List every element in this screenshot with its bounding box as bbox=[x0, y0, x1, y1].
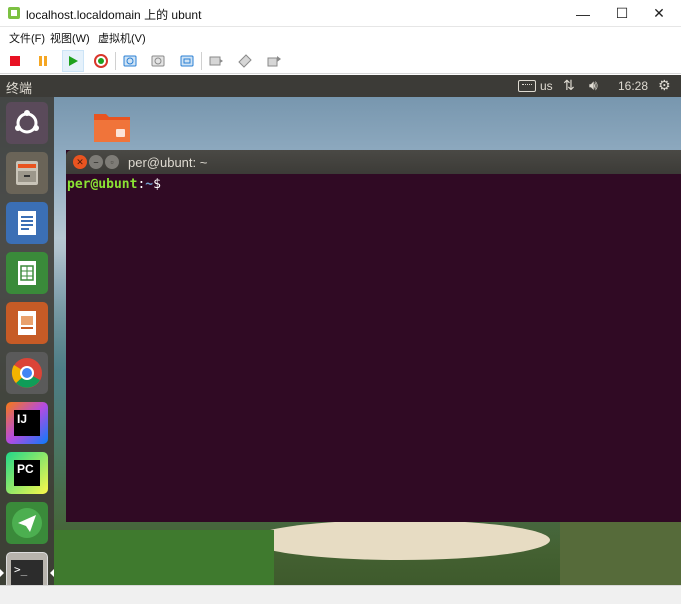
guest-screen[interactable]: 终端 us ⇅ 🔊︎ 16:28 ⚙ IJ PC >_ ✕ – ▫ per@ub… bbox=[0, 75, 681, 585]
volume-icon[interactable]: 🔊︎ bbox=[589, 77, 598, 94]
terminal-content[interactable]: per@ubunt:~$ bbox=[66, 174, 681, 522]
terminal-cursor bbox=[161, 176, 169, 191]
gear-icon[interactable]: ⚙ bbox=[658, 77, 671, 94]
unity-launcher: IJ PC >_ bbox=[0, 97, 54, 585]
vmware-app-icon bbox=[8, 7, 20, 19]
vm-toolbar bbox=[0, 47, 681, 74]
clock[interactable]: 16:28 bbox=[618, 79, 648, 93]
usb-icon bbox=[209, 56, 223, 66]
menu-bar: 文件(F) 视图(W) 虚拟机(V) bbox=[0, 27, 681, 47]
terminal-titlebar[interactable]: ✕ – ▫ per@ubunt: ~ bbox=[66, 150, 681, 174]
vm-settings-icon bbox=[267, 56, 281, 67]
removable-devices-button[interactable] bbox=[205, 50, 227, 72]
keyboard-layout-label[interactable]: us bbox=[540, 79, 553, 93]
pause-button[interactable] bbox=[32, 50, 54, 72]
menu-view[interactable]: 视图(W) bbox=[50, 30, 90, 46]
launcher-files[interactable] bbox=[6, 152, 48, 194]
calc-icon bbox=[18, 261, 36, 285]
launcher-running-indicator bbox=[0, 569, 4, 577]
shared-folders-button[interactable] bbox=[234, 50, 256, 72]
launcher-libreoffice-impress[interactable] bbox=[6, 302, 48, 344]
wallpaper-grass bbox=[54, 530, 274, 585]
keyboard-icon[interactable] bbox=[518, 80, 536, 92]
terminal-title: per@ubunt: ~ bbox=[128, 155, 208, 170]
minimize-icon: – bbox=[93, 157, 99, 167]
launcher-active-indicator bbox=[50, 569, 54, 577]
ubuntu-top-panel: 终端 us ⇅ 🔊︎ 16:28 ⚙ bbox=[0, 75, 681, 97]
menu-file[interactable]: 文件(F) bbox=[9, 30, 45, 46]
prompt-symbol: $ bbox=[153, 177, 161, 192]
reset-button[interactable] bbox=[90, 50, 112, 72]
network-icon[interactable]: ⇅ bbox=[563, 77, 575, 94]
home-folder-icon[interactable] bbox=[92, 108, 132, 144]
chrome-icon bbox=[11, 358, 42, 388]
prompt-path: ~ bbox=[145, 177, 154, 192]
close-button[interactable]: ✕ bbox=[637, 0, 681, 27]
toolbar-separator bbox=[115, 52, 116, 70]
launcher-telegram[interactable] bbox=[6, 502, 48, 544]
terminal-icon: >_ bbox=[11, 560, 43, 585]
play-button[interactable] bbox=[62, 50, 84, 72]
minimize-button[interactable]: — bbox=[561, 0, 605, 27]
launcher-intellij[interactable]: IJ bbox=[6, 402, 48, 444]
pause-icon bbox=[39, 56, 47, 66]
snapshot-button[interactable] bbox=[119, 50, 141, 72]
window-title: localhost.localdomain 上的 ubunt bbox=[26, 8, 202, 22]
maximize-icon: ▫ bbox=[110, 157, 114, 167]
refresh-icon bbox=[94, 54, 108, 68]
launcher-terminal[interactable]: >_ bbox=[6, 552, 48, 585]
snapshot-icon bbox=[123, 55, 137, 67]
host-titlebar: localhost.localdomain 上的 ubunt — ☐ ✕ bbox=[0, 0, 681, 27]
snapshot-revert-icon bbox=[151, 55, 165, 67]
file-cabinet-icon bbox=[16, 161, 38, 185]
stop-button[interactable] bbox=[4, 50, 26, 72]
paper-plane-icon bbox=[12, 508, 42, 538]
toolbar-separator bbox=[201, 52, 202, 70]
wallpaper-beach bbox=[250, 520, 550, 560]
ubuntu-logo-icon bbox=[15, 110, 39, 134]
wallpaper-shore bbox=[560, 515, 681, 585]
play-icon bbox=[69, 56, 78, 66]
vm-settings-button[interactable] bbox=[263, 50, 285, 72]
pycharm-icon: PC bbox=[14, 460, 40, 486]
terminal-maximize-button[interactable]: ▫ bbox=[105, 155, 119, 169]
prompt-user: per@ubunt bbox=[67, 177, 138, 192]
host-statusbar bbox=[0, 585, 681, 604]
writer-icon bbox=[18, 211, 36, 235]
snapshot-manager-icon bbox=[180, 55, 194, 67]
launcher-ubuntu-dash[interactable] bbox=[6, 102, 48, 144]
launcher-libreoffice-writer[interactable] bbox=[6, 202, 48, 244]
stop-icon bbox=[10, 56, 20, 66]
terminal-minimize-button[interactable]: – bbox=[89, 155, 103, 169]
impress-icon bbox=[18, 311, 36, 335]
snapshot-revert-button[interactable] bbox=[147, 50, 169, 72]
terminal-window[interactable]: ✕ – ▫ per@ubunt: ~ per@ubunt:~$ bbox=[66, 150, 681, 522]
close-icon: ✕ bbox=[76, 156, 84, 167]
launcher-pycharm[interactable]: PC bbox=[6, 452, 48, 494]
menu-vm[interactable]: 虚拟机(V) bbox=[98, 30, 146, 46]
launcher-libreoffice-calc[interactable] bbox=[6, 252, 48, 294]
terminal-close-button[interactable]: ✕ bbox=[73, 155, 87, 169]
launcher-chrome[interactable] bbox=[6, 352, 48, 394]
snapshot-manager-button[interactable] bbox=[176, 50, 198, 72]
shared-folders-icon bbox=[238, 54, 252, 68]
intellij-icon: IJ bbox=[14, 410, 40, 436]
active-app-title: 终端 bbox=[6, 81, 33, 96]
